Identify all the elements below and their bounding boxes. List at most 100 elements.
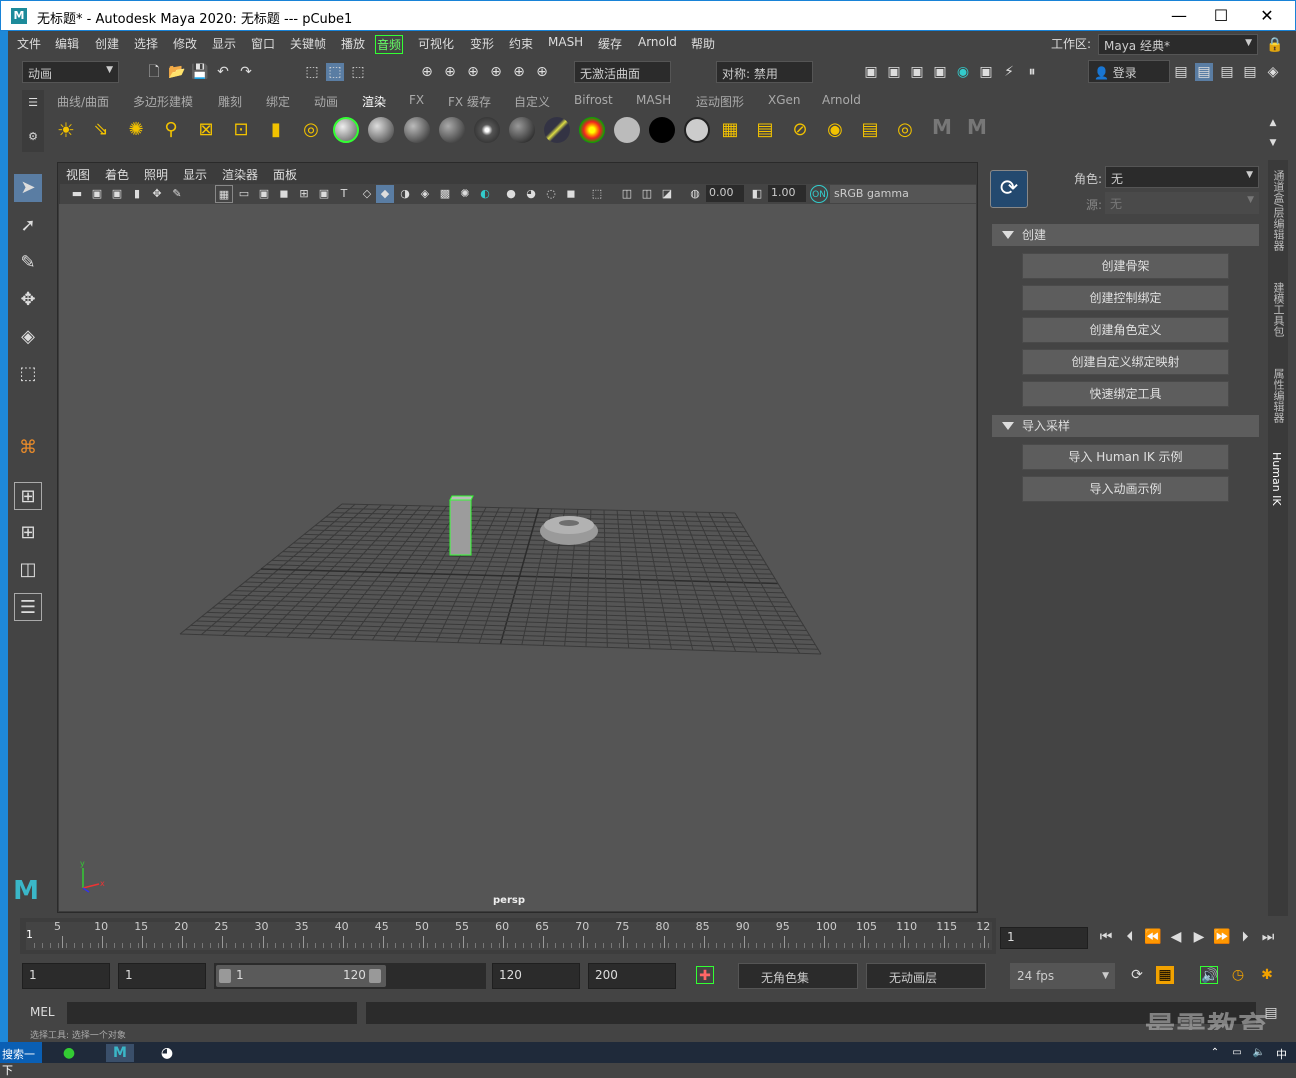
step-back-frame-icon[interactable]: ⏴ (1121, 928, 1139, 946)
tool-settings-icon[interactable]: ▤ (1218, 63, 1236, 81)
menu-create[interactable]: 创建 (95, 35, 119, 52)
single-perspective-view-icon[interactable]: ⊞ (14, 482, 42, 510)
view-transform-dropdown[interactable]: sRGB gamma (830, 185, 976, 203)
menu-file[interactable]: 文件 (17, 35, 41, 52)
select-component-icon[interactable]: ⬚ (349, 63, 367, 81)
two-view-icon[interactable]: ◫ (14, 556, 42, 584)
exposure-icon[interactable]: ◍ (686, 185, 704, 203)
snap-surface-icon[interactable]: ⊕ (510, 63, 528, 81)
layered-shader-icon[interactable] (509, 117, 535, 143)
phong-material-icon[interactable] (368, 117, 394, 143)
rotate-tool-icon[interactable]: ◈ (14, 323, 42, 351)
tray-display-icon[interactable]: ▭ (1228, 1044, 1246, 1062)
go-to-end-icon[interactable]: ⏭ (1259, 928, 1277, 946)
default-material-icon[interactable]: ◑ (396, 185, 414, 203)
select-tool-icon[interactable]: ➤ (14, 174, 42, 202)
vp-menu-lighting[interactable]: 照明 (144, 166, 168, 183)
menu-edit[interactable]: 编辑 (55, 35, 79, 52)
xray-joints-icon[interactable]: ◫ (638, 185, 656, 203)
tab-rigging[interactable]: 绑定 (266, 93, 290, 110)
snap-view-icon[interactable]: ⊕ (487, 63, 505, 81)
paint-select-tool-icon[interactable]: ✎ (14, 249, 42, 277)
use-background-icon[interactable] (684, 117, 710, 143)
menu-modify[interactable]: 修改 (173, 35, 197, 52)
viewport-3d[interactable]: y x persp (59, 204, 976, 911)
hik-section-import[interactable]: 导入采样 (992, 415, 1259, 437)
live-surface-field[interactable]: 无激活曲面 (574, 61, 671, 83)
exposure-field[interactable]: 0.00 (706, 185, 744, 202)
menu-set-dropdown[interactable]: 动画 ▼ (22, 61, 119, 83)
resolution-gate-icon[interactable]: ▣ (255, 185, 273, 203)
range-right-grip-icon[interactable] (369, 969, 381, 983)
tab-rendering[interactable]: 渲染 (362, 93, 386, 110)
shelf-menu-icon[interactable]: ☰ (24, 94, 42, 112)
login-button[interactable]: 👤 登录 (1088, 60, 1170, 83)
render-view-icon[interactable]: ▣ (862, 63, 880, 81)
menu-playback[interactable]: 播放 (341, 35, 365, 52)
hik-role-dropdown[interactable]: 无 ▼ (1105, 166, 1259, 188)
range-slider[interactable]: 1 120 (214, 963, 486, 989)
render-pass-icon[interactable]: ⊘ (791, 121, 809, 139)
tray-expand-icon[interactable]: ⌃ (1206, 1044, 1224, 1062)
vp-menu-shading[interactable]: 着色 (105, 166, 129, 183)
torus-mesh[interactable] (540, 516, 598, 545)
workspace-dropdown[interactable]: Maya 经典* ▼ (1098, 34, 1258, 55)
spot-light-icon[interactable]: ⚲ (162, 121, 180, 139)
menu-select[interactable]: 选择 (134, 35, 158, 52)
2d-pan-icon[interactable]: ✥ (148, 185, 166, 203)
modeling-toolkit-icon[interactable]: ▤ (1172, 63, 1190, 81)
script-language-label[interactable]: MEL (30, 1005, 55, 1019)
snap-point-icon[interactable]: ⊕ (464, 63, 482, 81)
character-set-dropdown[interactable]: 无角色集 (738, 963, 858, 989)
tab-human-ik[interactable]: Human IK (1270, 452, 1283, 506)
area-light-icon[interactable]: ⊠ (197, 121, 215, 139)
textured-icon[interactable]: ▩ (436, 185, 454, 203)
shelf-scroll-down-icon[interactable]: ▼ (1264, 134, 1282, 152)
tab-sculpt[interactable]: 雕刻 (218, 93, 242, 110)
hik-section-create[interactable]: 创建 (992, 224, 1259, 246)
vp-menu-renderer[interactable]: 渲染器 (222, 166, 258, 183)
create-skeleton-button[interactable]: 创建骨架 (1022, 253, 1229, 279)
tab-arnold[interactable]: Arnold (822, 93, 861, 107)
symmetry-dropdown[interactable]: 对称: 禁用 (716, 61, 813, 83)
bookmark-icon[interactable]: ▣ (108, 185, 126, 203)
tab-mash[interactable]: MASH (636, 93, 671, 107)
lights-icon[interactable]: ✺ (456, 185, 474, 203)
command-input[interactable] (67, 1002, 357, 1024)
soft-mod-icon[interactable]: ⌘ (14, 434, 42, 462)
xray-icon[interactable]: ◫ (618, 185, 636, 203)
animation-start-field[interactable]: 1 (22, 963, 110, 989)
tab-animation[interactable]: 动画 (314, 93, 338, 110)
outliner-icon[interactable]: ☰ (14, 593, 42, 621)
auto-key-icon[interactable]: ✚ (696, 966, 714, 984)
camera-aim-icon[interactable]: ◎ (302, 121, 320, 139)
ambient-occlusion-icon[interactable]: ● (502, 185, 520, 203)
lasso-tool-icon[interactable]: ➚ (14, 212, 42, 240)
tab-motion-graphics[interactable]: 运动图形 (696, 93, 744, 110)
menu-audio[interactable]: 音频 (375, 35, 404, 54)
quick-rig-tool-button[interactable]: 快速绑定工具 (1022, 381, 1229, 407)
anti-alias-icon[interactable]: ◌ (542, 185, 560, 203)
safe-title-icon[interactable]: T (335, 185, 353, 203)
camera-icon[interactable]: ▮ (267, 121, 285, 139)
tab-xgen[interactable]: XGen (768, 93, 801, 107)
render-eye-icon[interactable]: ◉ (826, 121, 844, 139)
minimize-button[interactable]: — (1156, 1, 1202, 31)
field-chart-icon[interactable]: ⊞ (295, 185, 313, 203)
tab-attribute-editor[interactable]: 属性编辑器 (1270, 368, 1286, 423)
tray-volume-icon[interactable]: 🔈 (1250, 1044, 1268, 1062)
close-button[interactable]: ✕ (1244, 1, 1290, 31)
image-plane-icon[interactable]: ▮ (128, 185, 146, 203)
gamma-field[interactable]: 1.00 (768, 185, 806, 202)
render-target-icon[interactable]: ◎ (896, 121, 914, 139)
create-custom-rig-mapping-button[interactable]: 创建自定义绑定映射 (1022, 349, 1229, 375)
phonge-material-icon[interactable] (439, 117, 465, 143)
new-scene-icon[interactable]: 🗋 (145, 63, 163, 81)
motion-blur-icon[interactable]: ◕ (522, 185, 540, 203)
character-icon[interactable]: ✱ (1258, 966, 1276, 984)
menu-cache[interactable]: 缓存 (598, 35, 622, 52)
color-management-icon[interactable]: ON (810, 185, 828, 203)
vp-menu-panels[interactable]: 面板 (273, 166, 297, 183)
sound-icon[interactable]: 🔊 (1200, 966, 1218, 984)
render-setup-icon[interactable]: ▣ (977, 63, 995, 81)
